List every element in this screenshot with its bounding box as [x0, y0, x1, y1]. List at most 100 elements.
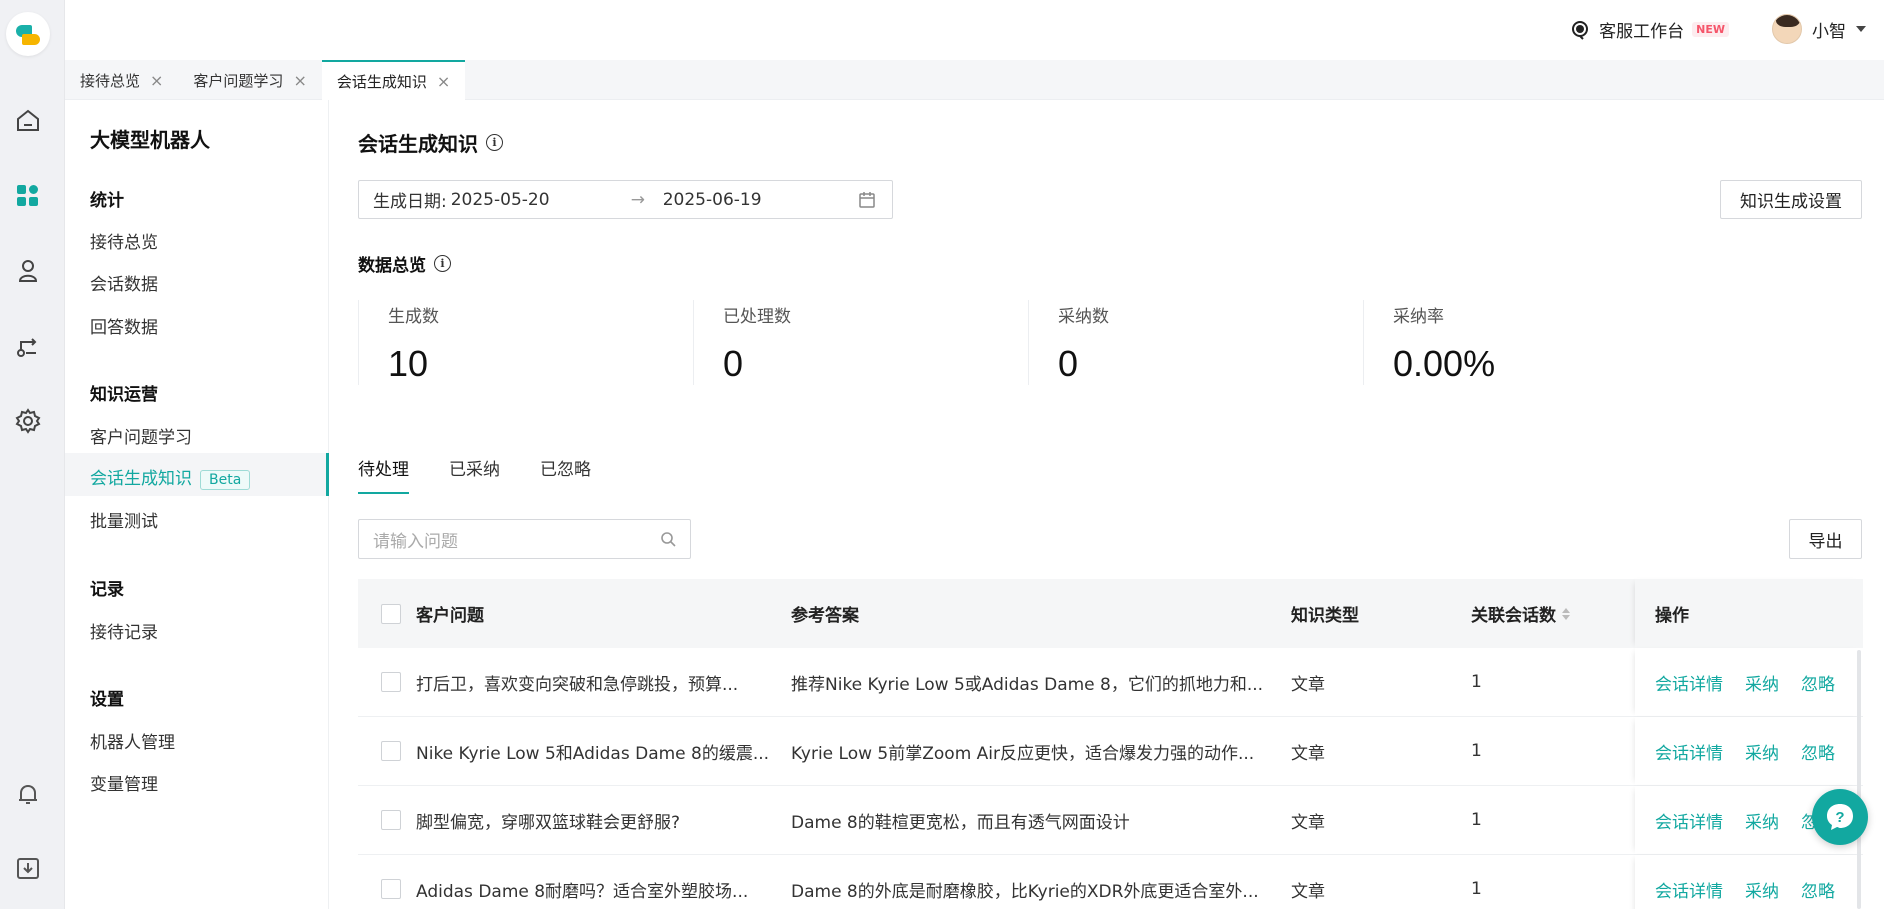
- dashboard-icon[interactable]: [14, 182, 42, 210]
- session-detail-link[interactable]: 会话详情: [1655, 670, 1723, 695]
- knowledge-settings-button[interactable]: 知识生成设置: [1720, 180, 1862, 219]
- stat-processed: 已处理数 0: [693, 300, 1028, 385]
- sidebar-item-reception-overview[interactable]: 接待总览: [90, 228, 158, 253]
- info-icon[interactable]: i: [486, 134, 503, 151]
- stat-generated: 生成数 10: [358, 300, 693, 385]
- sidebar-item-reception-records[interactable]: 接待记录: [90, 618, 158, 643]
- content-tabs: 待处理 已采纳 已忽略: [358, 455, 591, 494]
- cell-question: 脚型偏宽，穿哪双篮球鞋会更舒服?: [416, 812, 681, 833]
- date-start[interactable]: 2025-05-20: [451, 190, 631, 210]
- flow-icon[interactable]: [14, 332, 42, 360]
- table-row: Nike Kyrie Low 5和Adidas Dame 8的缓震... Kyr…: [358, 717, 1863, 786]
- info-icon[interactable]: i: [434, 255, 451, 272]
- cell-actions: 会话详情 采纳 忽略: [1635, 717, 1863, 785]
- row-checkbox[interactable]: [381, 672, 401, 692]
- scrollbar[interactable]: [1857, 650, 1861, 909]
- sidebar-item-session-data[interactable]: 会话数据: [90, 270, 158, 295]
- table-row: 打后卫，喜欢变向突破和急停跳投，预算... 推荐Nike Kyrie Low 5…: [358, 648, 1863, 717]
- user-name: 小智: [1812, 21, 1846, 42]
- workspace-link[interactable]: 客服工作台 NEW: [1569, 17, 1729, 42]
- page-title-text: 会话生成知识: [358, 132, 478, 156]
- date-range-picker[interactable]: 生成日期: 2025-05-20 → 2025-06-19: [358, 180, 893, 219]
- help-chat-button[interactable]: ?: [1812, 789, 1868, 845]
- date-end[interactable]: 2025-06-19: [663, 190, 848, 210]
- download-icon[interactable]: [14, 854, 42, 882]
- column-header-session-count[interactable]: 关联会话数: [1471, 601, 1646, 626]
- top-bar: 客服工作台 NEW 小智: [65, 0, 1884, 60]
- sidebar-item-answer-data[interactable]: 回答数据: [90, 313, 158, 338]
- ignore-link[interactable]: 忽略: [1801, 877, 1835, 902]
- page-tabs: 接待总览 × 客户问题学习 × 会话生成知识 ×: [65, 60, 1884, 100]
- chevron-down-icon: [1856, 26, 1866, 32]
- adopt-link[interactable]: 采纳: [1745, 739, 1779, 764]
- close-icon[interactable]: ×: [293, 71, 306, 90]
- tab-pending[interactable]: 待处理: [358, 455, 409, 494]
- cell-answer: 推荐Nike Kyrie Low 5或Adidas Dame 8，它们的抓地力和…: [791, 674, 1264, 695]
- search-input[interactable]: 请输入问题: [358, 519, 691, 559]
- bell-icon[interactable]: [14, 780, 42, 808]
- tab-customer-question-learning[interactable]: 客户问题学习 ×: [178, 60, 321, 100]
- sidebar-item-session-knowledge[interactable]: 会话生成知识 Beta: [90, 464, 251, 490]
- home-icon[interactable]: [14, 107, 42, 135]
- stat-label: 已处理数: [723, 307, 791, 327]
- headset-icon: [1572, 20, 1589, 40]
- app-logo[interactable]: [6, 12, 50, 56]
- active-item-indicator: [326, 453, 329, 496]
- cell-type: 文章: [1291, 812, 1325, 833]
- new-badge: NEW: [1692, 22, 1729, 37]
- workspace-label: 客服工作台: [1599, 22, 1685, 42]
- table-header: 客户问题 参考答案 知识类型 关联会话数 操作: [358, 579, 1863, 648]
- svg-text:?: ?: [1835, 809, 1844, 826]
- sidebar-group-settings: 设置: [90, 690, 124, 710]
- cell-actions: 会话详情 采纳 忽略: [1635, 855, 1863, 909]
- tab-ignored[interactable]: 已忽略: [540, 455, 591, 494]
- cell-answer: Dame 8的外底是耐磨橡胶，比Kyrie的XDR外底更适合室外...: [791, 881, 1259, 902]
- sidebar-item-robot-management[interactable]: 机器人管理: [90, 728, 175, 753]
- row-checkbox[interactable]: [381, 741, 401, 761]
- sidebar-item-variable-management[interactable]: 变量管理: [90, 770, 158, 795]
- cell-question: 打后卫，喜欢变向突破和急停跳投，预算...: [416, 674, 739, 695]
- adopt-link[interactable]: 采纳: [1745, 670, 1779, 695]
- tab-label: 接待总览: [80, 71, 141, 90]
- overview-title: 数据总览 i: [358, 251, 451, 276]
- tab-session-knowledge[interactable]: 会话生成知识 ×: [321, 60, 466, 100]
- ignore-link[interactable]: 忽略: [1801, 670, 1835, 695]
- session-detail-link[interactable]: 会话详情: [1655, 877, 1723, 902]
- column-header-question: 客户问题: [416, 606, 484, 626]
- session-detail-link[interactable]: 会话详情: [1655, 808, 1723, 833]
- sub-sidebar: 大模型机器人 统计 接待总览 会话数据 回答数据 知识运营 客户问题学习 会话生…: [65, 100, 329, 909]
- sidebar-group-stats: 统计: [90, 191, 124, 211]
- calendar-icon[interactable]: [858, 191, 876, 209]
- page-title: 会话生成知识 i: [358, 128, 503, 157]
- sidebar-group-records: 记录: [90, 580, 124, 600]
- cell-session-count: 1: [1471, 879, 1482, 899]
- stat-label: 生成数: [388, 307, 439, 327]
- sidebar-item-customer-question-learning[interactable]: 客户问题学习: [90, 423, 192, 448]
- search-icon[interactable]: [660, 531, 676, 547]
- ignore-link[interactable]: 忽略: [1801, 739, 1835, 764]
- column-header-actions: 操作: [1635, 579, 1863, 648]
- export-button[interactable]: 导出: [1789, 519, 1862, 559]
- adopt-link[interactable]: 采纳: [1745, 877, 1779, 902]
- close-icon[interactable]: ×: [437, 72, 450, 91]
- cell-type: 文章: [1291, 743, 1325, 764]
- icon-rail: [0, 0, 65, 909]
- select-all-checkbox[interactable]: [381, 603, 401, 624]
- stats-panel: 生成数 10 已处理数 0 采纳数 0 采纳率 0.00%: [358, 300, 1698, 385]
- sidebar-item-batch-test[interactable]: 批量测试: [90, 507, 158, 532]
- adopt-link[interactable]: 采纳: [1745, 808, 1779, 833]
- question-chat-icon: ?: [1827, 804, 1853, 830]
- robot-icon[interactable]: [14, 257, 42, 285]
- stat-label: 采纳率: [1393, 307, 1444, 327]
- arrow-right-icon: →: [630, 189, 645, 210]
- user-menu[interactable]: 小智: [1772, 14, 1866, 44]
- close-icon[interactable]: ×: [150, 71, 163, 90]
- tab-reception-overview[interactable]: 接待总览 ×: [65, 60, 178, 100]
- gear-icon[interactable]: [14, 407, 42, 435]
- row-checkbox[interactable]: [381, 879, 401, 899]
- session-detail-link[interactable]: 会话详情: [1655, 739, 1723, 764]
- tab-adopted[interactable]: 已采纳: [449, 455, 500, 494]
- sort-icon[interactable]: [1562, 607, 1570, 620]
- cell-answer: Dame 8的鞋楦更宽松，而且有透气网面设计: [791, 812, 1130, 833]
- row-checkbox[interactable]: [381, 810, 401, 830]
